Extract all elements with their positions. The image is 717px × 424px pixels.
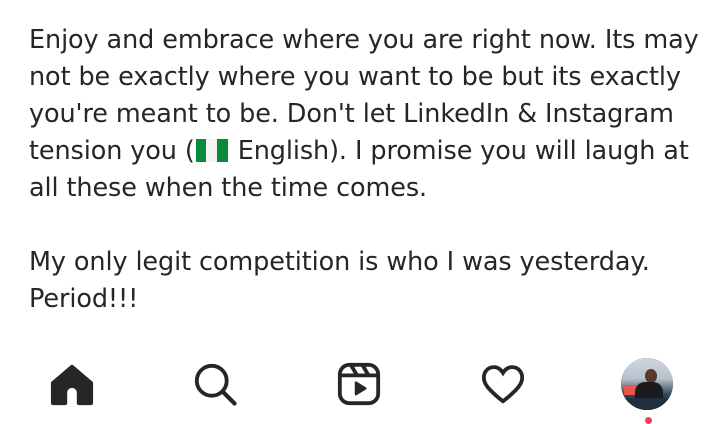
avatar [621, 358, 673, 410]
caption-paragraph-2: My only legit competition is who I was y… [29, 247, 650, 314]
home-icon [50, 364, 94, 406]
heart-icon [481, 365, 525, 404]
bottom-navigation-bar [0, 345, 717, 424]
caption-paragraph-1: Enjoy and embrace where you are right no… [29, 22, 709, 207]
nav-reels-button[interactable] [329, 357, 389, 411]
notification-dot [645, 417, 652, 424]
nigeria-flag-icon [195, 139, 228, 162]
nav-profile-button[interactable] [617, 357, 677, 411]
search-icon [194, 363, 237, 406]
post-caption: Enjoy and embrace where you are right no… [29, 22, 709, 318]
reels-icon [337, 362, 381, 406]
nav-home-button[interactable] [42, 357, 102, 411]
nav-activity-button[interactable] [473, 357, 533, 411]
nav-search-button[interactable] [185, 357, 245, 411]
